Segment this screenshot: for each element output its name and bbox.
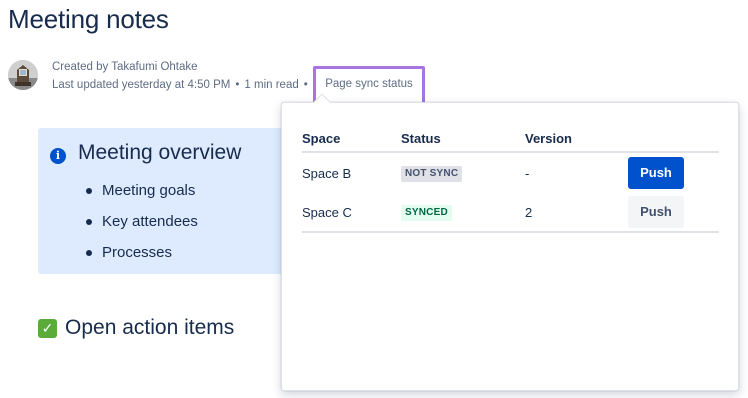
- list-item: Processes: [84, 240, 198, 271]
- table-row: Space B NOT SYNC - Push: [302, 153, 719, 193]
- panel-title: Meeting overview: [78, 141, 242, 164]
- byline-separator: •: [235, 79, 240, 91]
- created-by: Created by Takafumi Ohtake: [52, 61, 198, 73]
- page: Meeting notes Created by Takafumi Ohtake…: [0, 0, 748, 398]
- user-avatar[interactable]: [8, 60, 38, 90]
- byline: Created by Takafumi Ohtake Last updated …: [8, 58, 428, 108]
- cell-space: Space B: [302, 165, 352, 181]
- sync-table-header: Space Status Version: [302, 127, 719, 153]
- list-item: Meeting goals: [84, 178, 198, 209]
- cell-status: SYNCED: [401, 203, 525, 221]
- status-badge: SYNCED: [401, 205, 452, 221]
- cell-space: Space C: [302, 204, 352, 220]
- byline-separator-2: •: [303, 79, 308, 91]
- page-sync-status-link[interactable]: Page sync status: [316, 69, 422, 99]
- action-items-heading: ✓ Open action items: [38, 316, 234, 340]
- header-status: Status: [401, 131, 441, 146]
- header-action: [626, 127, 719, 151]
- overview-list: Meeting goals Key attendees Processes: [84, 178, 198, 271]
- info-icon: i: [50, 148, 66, 164]
- byline-text: Created by Takafumi Ohtake Last updated …: [52, 58, 313, 94]
- updated-line: Last updated yesterday at 4:50 PM • 1 min …: [52, 76, 313, 94]
- push-button[interactable]: Push: [628, 196, 684, 228]
- cell-status: NOT SYNC: [401, 164, 525, 182]
- status-badge: NOT SYNC: [401, 166, 463, 182]
- push-button[interactable]: Push: [628, 157, 684, 189]
- cell-version: 2: [525, 204, 533, 220]
- action-items-label: Open action items: [65, 316, 235, 339]
- cell-version: -: [525, 165, 530, 181]
- cell-action: Push: [626, 157, 719, 189]
- header-version: Version: [525, 131, 572, 146]
- header-space: Space: [302, 131, 341, 146]
- sync-table: Space Status Version Space B NOT SYNC - …: [302, 127, 719, 233]
- page-title: Meeting notes: [8, 4, 169, 34]
- cell-action: Push: [626, 196, 719, 228]
- info-panel: i Meeting overview Meeting goals Key att…: [38, 128, 288, 274]
- list-item: Key attendees: [84, 209, 198, 240]
- checkbox-checked-icon: ✓: [38, 318, 57, 338]
- page-sync-popup: Space Status Version Space B NOT SYNC - …: [281, 102, 739, 391]
- last-updated[interactable]: Last updated yesterday at 4:50 PM: [52, 79, 230, 91]
- table-row: Space C SYNCED 2 Push: [302, 193, 719, 233]
- read-time: 1 min read: [244, 79, 299, 91]
